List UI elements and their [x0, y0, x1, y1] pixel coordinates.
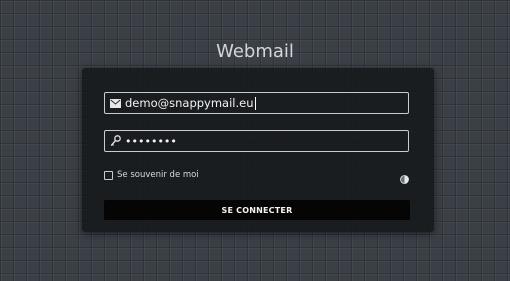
sign-in-button[interactable]: SE CONNECTER [104, 200, 410, 220]
email-value: demo@snappymail.eu [125, 96, 254, 110]
remember-me-checkbox[interactable] [104, 170, 113, 180]
login-form: demo@snappymail.eu •••••••• Se souvenir … [82, 68, 434, 232]
password-field[interactable]: •••••••• [104, 130, 409, 152]
key-icon [107, 131, 123, 151]
remember-me[interactable]: Se souvenir de moi [104, 170, 199, 180]
app-title: Webmail [216, 41, 294, 62]
password-value: •••••••• [125, 134, 177, 148]
email-field[interactable]: demo@snappymail.eu [104, 92, 409, 114]
remember-me-label: Se souvenir de moi [117, 170, 199, 180]
text-caret [254, 96, 256, 110]
language-globe-icon[interactable] [400, 169, 409, 184]
envelope-icon [107, 93, 123, 113]
